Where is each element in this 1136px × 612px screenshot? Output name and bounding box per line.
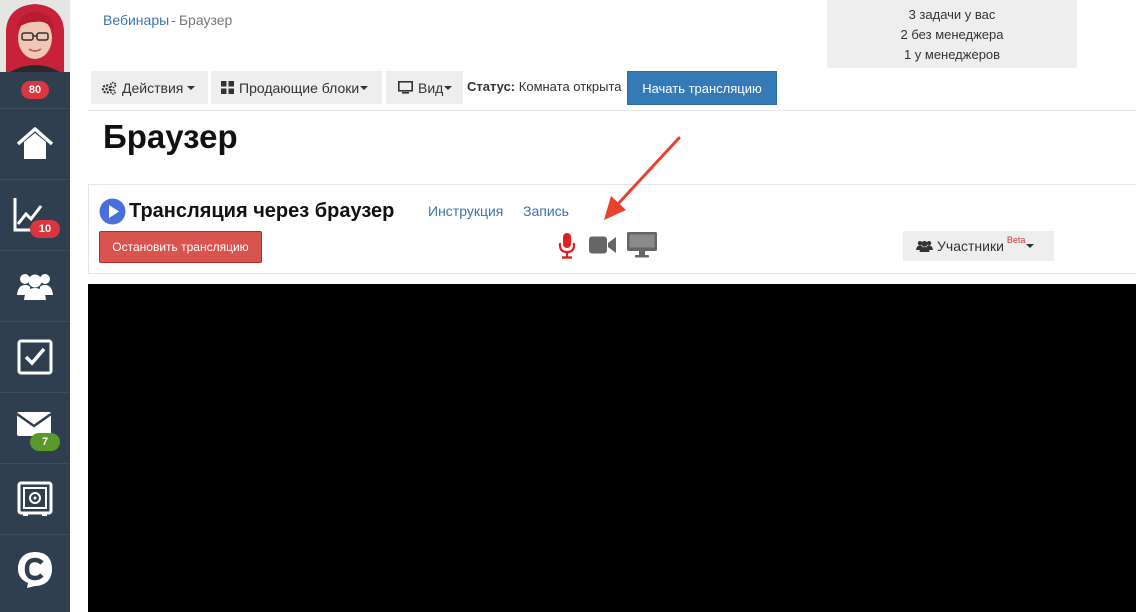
stop-broadcast-button[interactable]: Остановить трансляцию [99,231,262,263]
messages-badge: 7 [30,433,60,451]
chevron-down-icon [187,85,196,90]
divider [88,110,1136,111]
safe-icon [17,481,53,516]
home-icon [16,127,54,159]
video-preview[interactable] [88,284,1136,612]
gears-icon [101,81,117,95]
users-icon [916,240,933,252]
breadcrumb-link-webinars[interactable]: Вебинары [103,12,169,28]
status-value: Комната открыта [518,79,622,94]
breadcrumb-separator: - [171,12,176,28]
tasks-line-mine[interactable]: 3 задачи у вас [827,5,1077,25]
breadcrumb-current: Браузер [178,12,233,28]
chevron-down-icon [360,85,369,90]
selling-blocks-label: Продающие блоки [239,79,360,96]
panel-title: Трансляция через браузер [129,200,395,222]
status-label: Статус: [467,79,516,94]
beta-badge: Beta [1006,235,1026,245]
webinar-page: 80 10 7 Вебинары - Браузер 3 задачи у ва… [0,0,1136,612]
view-label: Вид [418,79,444,96]
view-dropdown[interactable]: Вид [386,71,463,104]
tasks-summary[interactable]: 3 задачи у вас 2 без менеджера 1 у менед… [827,0,1077,68]
breadcrumb: Вебинары - Браузер [103,12,232,28]
play-icon [99,198,126,225]
avatar-image [0,0,70,72]
microphone-icon[interactable] [557,232,577,260]
page-title: Браузер [103,118,238,155]
avatar[interactable] [0,0,70,72]
checkbox-icon [17,339,53,375]
participants-dropdown[interactable]: Участники Beta [903,231,1054,261]
sidebar-item-safe[interactable] [0,463,70,534]
chevron-down-icon [444,85,453,90]
c-logo-icon [18,552,52,588]
room-status: Статус: Комната открыта [467,79,621,94]
sidebar-item-stats[interactable] [0,179,70,250]
tasks-line-no-manager[interactable]: 2 без менеджера [827,25,1077,45]
instruction-link[interactable]: Инструкция [428,203,503,219]
sidebar-item-logo[interactable] [0,534,70,605]
tasks-line-managers[interactable]: 1 у менеджеров [827,45,1077,65]
stats-badge: 10 [30,220,60,238]
record-link[interactable]: Запись [523,203,569,219]
actions-label: Действия [122,79,184,96]
sidebar-item-users[interactable] [0,250,70,321]
actions-dropdown[interactable]: Действия [91,71,208,104]
notifications-badge[interactable]: 80 [21,81,49,99]
sidebar-item-home[interactable] [0,108,70,179]
sidebar: 80 10 7 [0,0,70,612]
screen-share-icon[interactable] [627,232,657,258]
users-icon [17,274,53,300]
selling-blocks-dropdown[interactable]: Продающие блоки [211,71,382,104]
start-broadcast-button[interactable]: Начать трансляцию [627,71,777,105]
camera-icon[interactable] [589,235,617,255]
monitor-icon [398,81,413,94]
grid-icon [221,81,234,94]
sidebar-item-tasks[interactable] [0,321,70,392]
sidebar-item-messages[interactable] [0,392,70,463]
participants-label: Участники [937,238,1004,254]
chevron-down-icon [1026,244,1035,248]
